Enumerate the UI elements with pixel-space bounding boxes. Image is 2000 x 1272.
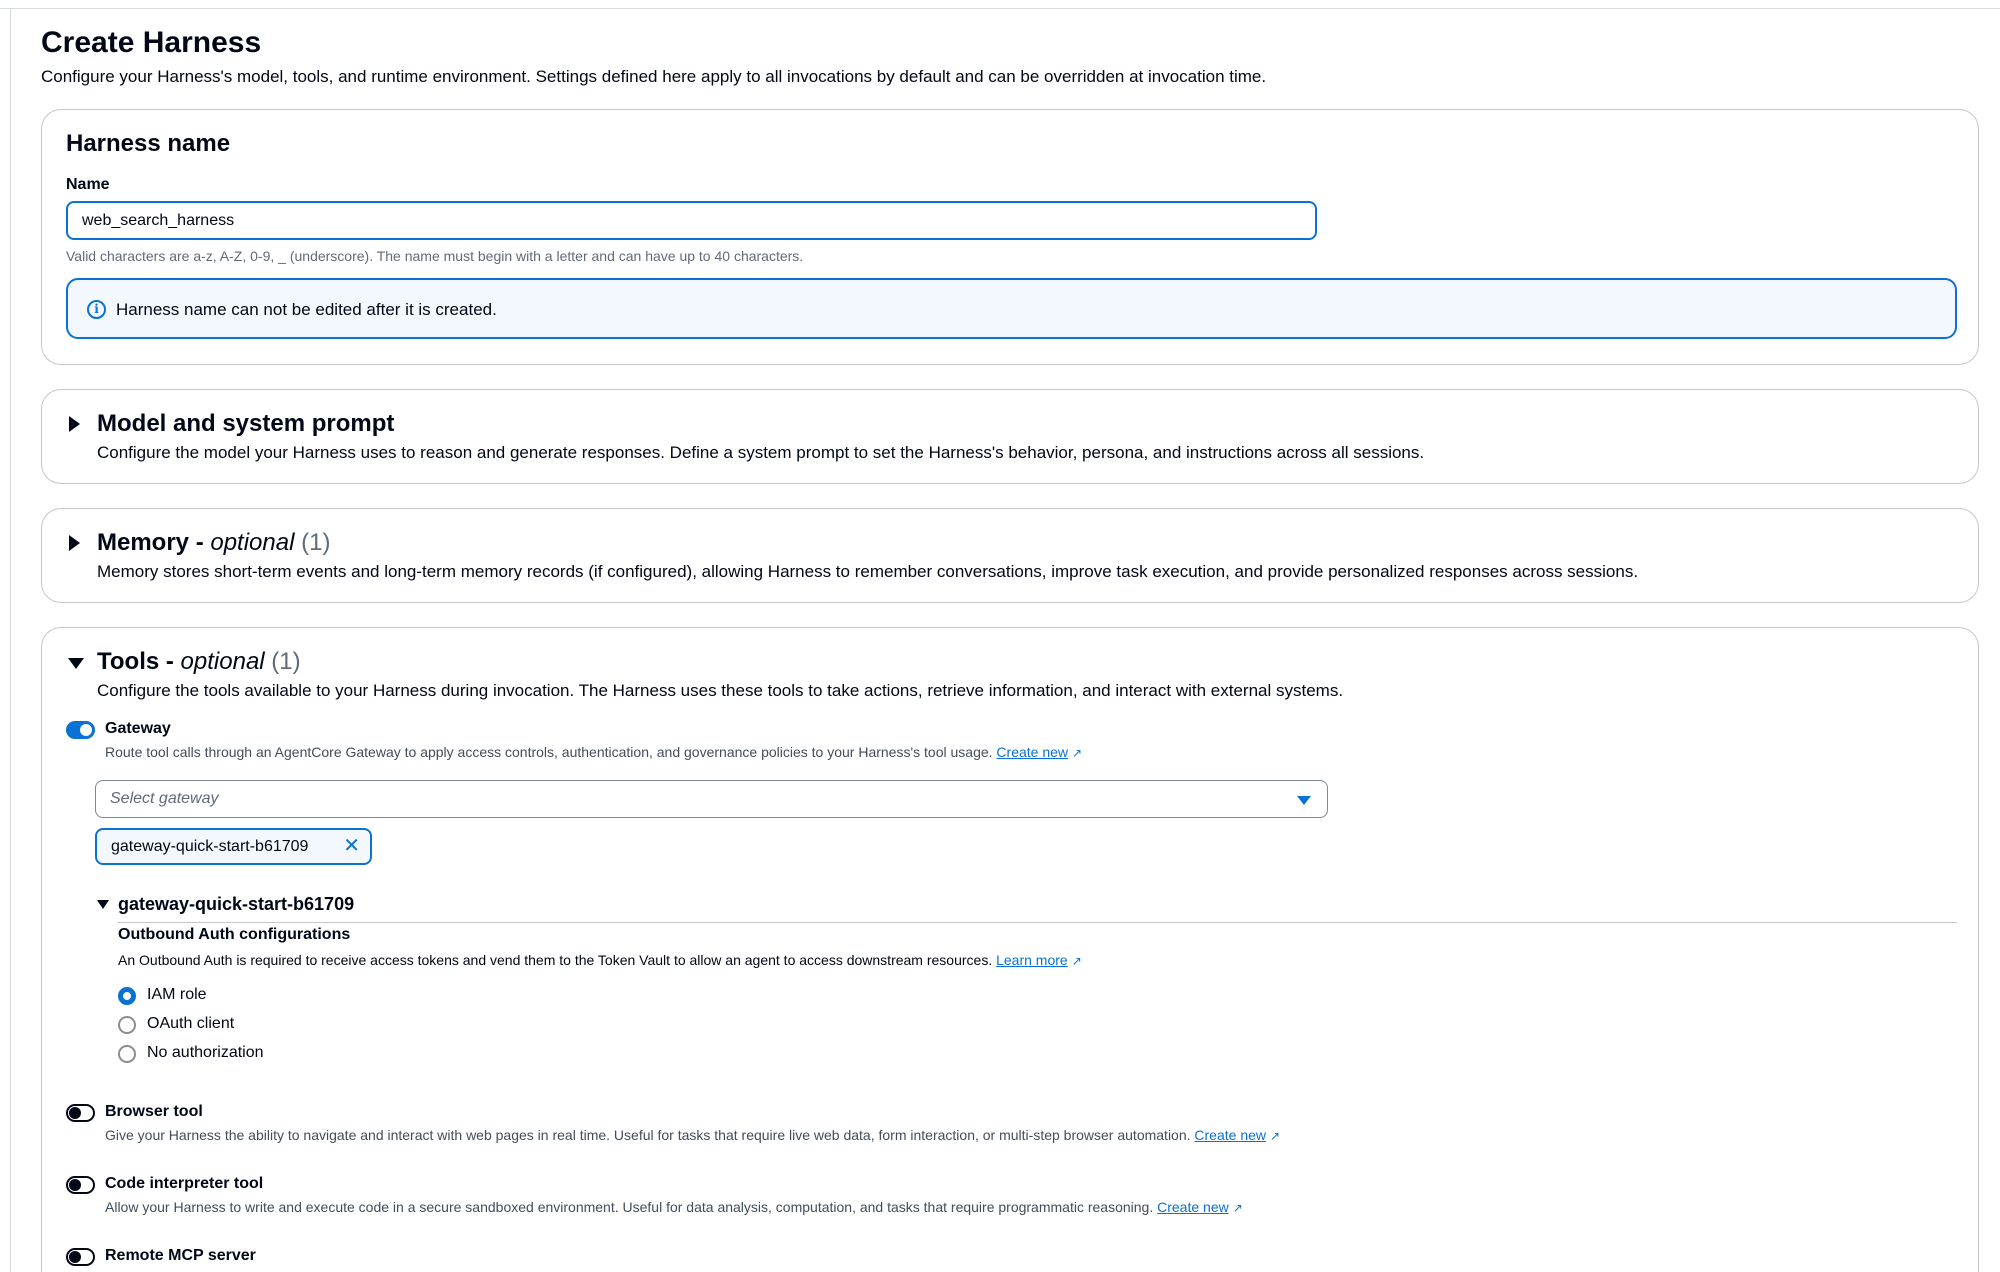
browser-tool-toggle[interactable] — [66, 1104, 95, 1122]
toggle-knob — [69, 1107, 81, 1119]
gateway-description: Route tool calls through an AgentCore Ga… — [105, 744, 1082, 760]
memory-title-text: Memory — [97, 529, 190, 556]
toggle-knob — [69, 1251, 81, 1263]
gateway-select[interactable]: Select gateway — [95, 780, 1328, 818]
radio-oauth-client[interactable] — [118, 1016, 136, 1034]
browser-tool-description: Give your Harness the ability to navigat… — [105, 1127, 1280, 1143]
radio-no-authorization[interactable] — [118, 1045, 136, 1063]
toggle-knob — [69, 1179, 81, 1191]
harness-name-card: Harness name Name Valid characters are a… — [41, 109, 1979, 365]
memory-card[interactable]: Memory - optional (1) Memory stores shor… — [41, 508, 1979, 603]
harness-name-title: Harness name — [66, 130, 231, 157]
code-interpreter-description-text: Allow your Harness to write and execute … — [105, 1199, 1154, 1215]
tools-optional: optional — [180, 648, 265, 675]
collapse-caret-icon[interactable] — [68, 658, 84, 669]
code-interpreter-description: Allow your Harness to write and execute … — [105, 1199, 1243, 1215]
left-divider — [10, 8, 11, 1272]
outbound-auth-description-text: An Outbound Auth is required to receive … — [118, 952, 993, 968]
outbound-auth-title: Outbound Auth configurations — [118, 926, 351, 943]
memory-description: Memory stores short-term events and long… — [97, 562, 1639, 581]
name-field-label: Name — [66, 176, 110, 193]
gateway-description-text: Route tool calls through an AgentCore Ga… — [105, 744, 993, 760]
browser-create-new-link[interactable]: Create new — [1194, 1127, 1266, 1143]
page-title: Create Harness — [41, 26, 262, 59]
top-divider — [0, 8, 2000, 9]
tools-title[interactable]: Tools - optional (1) — [97, 648, 301, 676]
external-link-icon: ↗ — [1071, 954, 1082, 968]
name-constraint-text: Valid characters are a-z, A-Z, 0-9, _ (u… — [66, 248, 804, 264]
info-icon: i — [87, 300, 106, 319]
model-description: Configure the model your Harness uses to… — [97, 443, 1425, 462]
name-info-alert: i Harness name can not be edited after i… — [66, 278, 1957, 339]
model-card[interactable]: Model and system prompt Configure the mo… — [41, 389, 1979, 484]
code-interpreter-label: Code interpreter tool — [105, 1175, 264, 1192]
code-create-new-link[interactable]: Create new — [1157, 1199, 1229, 1215]
memory-optional: optional — [210, 529, 295, 556]
radio-label-no-authorization[interactable]: No authorization — [147, 1044, 264, 1062]
expand-caret-icon[interactable] — [69, 535, 80, 551]
memory-title[interactable]: Memory - optional (1) — [97, 529, 330, 557]
gateway-token: gateway-quick-start-b61709 ✕ — [95, 828, 372, 865]
external-link-icon: ↗ — [1232, 1201, 1243, 1215]
code-interpreter-toggle[interactable] — [66, 1176, 95, 1194]
tools-card: Tools - optional (1) Configure the tools… — [41, 627, 1979, 1272]
gateway-toggle[interactable] — [66, 721, 95, 739]
tools-count: (1) — [264, 648, 301, 675]
learn-more-link[interactable]: Learn more — [996, 952, 1068, 968]
memory-title-separator: - — [189, 529, 211, 556]
external-link-icon: ↗ — [1270, 1129, 1281, 1143]
gateway-create-new-link[interactable]: Create new — [996, 744, 1068, 760]
gateway-label: Gateway — [105, 720, 171, 737]
external-link-icon: ↗ — [1072, 746, 1083, 760]
tools-description: Configure the tools available to your Ha… — [97, 681, 1344, 700]
remote-mcp-label: Remote MCP server — [105, 1247, 256, 1264]
gateway-token-label: gateway-quick-start-b61709 — [111, 838, 309, 855]
radio-label-iam-role[interactable]: IAM role — [147, 986, 207, 1004]
outbound-auth-description: An Outbound Auth is required to receive … — [118, 952, 1082, 968]
harness-name-input[interactable] — [66, 201, 1317, 240]
info-alert-text: Harness name can not be edited after it … — [116, 300, 497, 319]
radio-iam-role[interactable] — [118, 987, 136, 1005]
expanded-caret-icon[interactable] — [97, 900, 109, 909]
model-title[interactable]: Model and system prompt — [97, 410, 394, 438]
remote-mcp-toggle[interactable] — [66, 1248, 95, 1266]
radio-label-oauth-client[interactable]: OAuth client — [147, 1015, 234, 1033]
tools-title-text: Tools — [97, 648, 160, 675]
expandable-divider — [118, 922, 1957, 923]
gateway-expanded-name[interactable]: gateway-quick-start-b61709 — [118, 894, 354, 915]
browser-tool-label: Browser tool — [105, 1103, 203, 1120]
expand-caret-icon[interactable] — [69, 416, 80, 432]
tools-title-separator: - — [159, 648, 181, 675]
page-description: Configure your Harness's model, tools, a… — [41, 67, 1267, 86]
dropdown-arrow-icon — [1297, 796, 1311, 805]
gateway-select-placeholder: Select gateway — [110, 790, 219, 807]
browser-tool-description-text: Give your Harness the ability to navigat… — [105, 1127, 1191, 1143]
memory-count: (1) — [294, 529, 331, 556]
toggle-knob — [80, 724, 92, 736]
remove-token-icon[interactable]: ✕ — [343, 834, 360, 858]
